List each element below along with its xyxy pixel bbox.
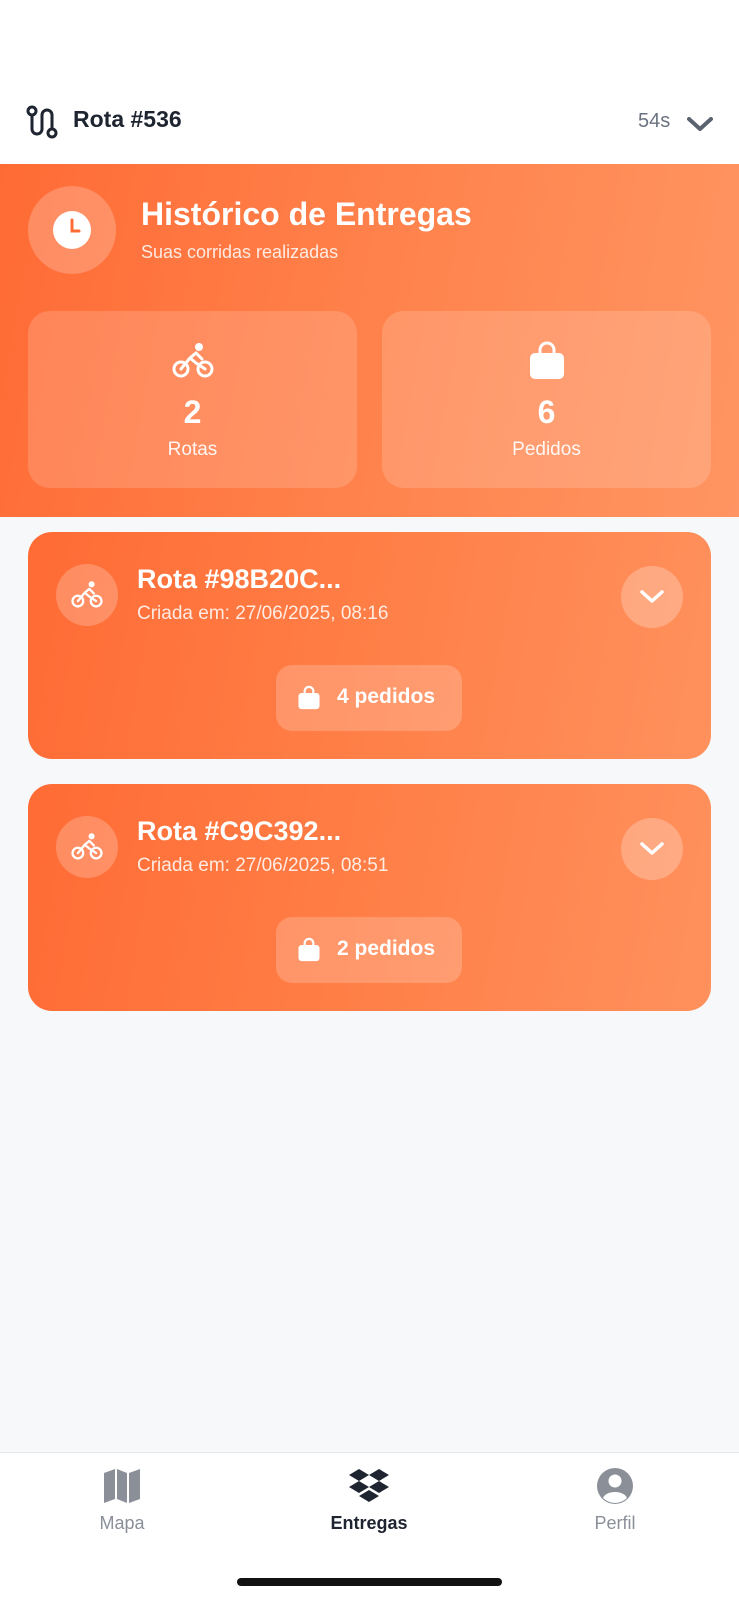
- stat-card-routes: 2 Rotas: [28, 311, 357, 488]
- expand-route-button[interactable]: [621, 566, 683, 628]
- top-bar: Rota #536 54s: [0, 0, 739, 164]
- orders-count: 6: [537, 394, 556, 430]
- route-card[interactable]: Rota #C9C392... Criada em: 27/06/2025, 0…: [28, 784, 711, 1011]
- orders-label: Pedidos: [512, 439, 581, 460]
- clock-icon: [53, 211, 91, 249]
- orders-pill-label: 2 pedidos: [337, 937, 436, 960]
- routes-count: 2: [183, 394, 202, 430]
- tab-perfil[interactable]: Perfil: [535, 1467, 695, 1534]
- route-card[interactable]: Rota #98B20C... Criada em: 27/06/2025, 0…: [28, 532, 711, 759]
- dropbox-icon: [349, 1469, 389, 1502]
- clock-badge: [28, 186, 116, 274]
- bicycle-icon: [71, 581, 103, 608]
- tab-entregas[interactable]: Entregas: [289, 1467, 449, 1534]
- bicycle-icon: [71, 833, 103, 860]
- route-card-title: Rota #C9C392...: [137, 816, 342, 846]
- routes-label: Rotas: [167, 439, 218, 460]
- page-title: Histórico de Entregas: [141, 196, 472, 232]
- tab-entregas-label: Entregas: [330, 1513, 408, 1533]
- active-route-title[interactable]: Rota #536: [73, 106, 182, 133]
- stat-card-orders: 6 Pedidos: [382, 311, 711, 488]
- orders-pill[interactable]: 4 pedidos: [276, 665, 462, 731]
- shopping-bag-icon: [298, 685, 320, 710]
- route-icon: [26, 105, 58, 139]
- chevron-down-icon: [640, 590, 664, 603]
- route-bike-badge: [56, 564, 118, 626]
- user-circle-icon: [597, 1468, 633, 1504]
- tab-mapa[interactable]: Mapa: [42, 1467, 202, 1534]
- orders-pill[interactable]: 2 pedidos: [276, 917, 462, 983]
- route-card-date: Criada em: 27/06/2025, 08:16: [137, 603, 389, 624]
- route-timer: 54s: [638, 110, 671, 132]
- route-bike-badge: [56, 816, 118, 878]
- home-indicator[interactable]: [237, 1578, 502, 1586]
- history-hero: Histórico de Entregas Suas corridas real…: [0, 164, 739, 517]
- chevron-down-icon[interactable]: [686, 114, 714, 134]
- bicycle-icon: [172, 343, 213, 378]
- tab-perfil-label: Perfil: [594, 1513, 636, 1533]
- expand-route-button[interactable]: [621, 818, 683, 880]
- route-card-title: Rota #98B20C...: [137, 564, 342, 594]
- shopping-bag-icon: [298, 937, 320, 962]
- tab-mapa-label: Mapa: [99, 1513, 145, 1533]
- map-icon: [104, 1469, 140, 1503]
- chevron-down-icon: [640, 842, 664, 855]
- route-card-date: Criada em: 27/06/2025, 08:51: [137, 855, 389, 876]
- orders-pill-label: 4 pedidos: [337, 685, 436, 708]
- shopping-bag-icon: [529, 341, 564, 379]
- page-subtitle: Suas corridas realizadas: [141, 242, 339, 262]
